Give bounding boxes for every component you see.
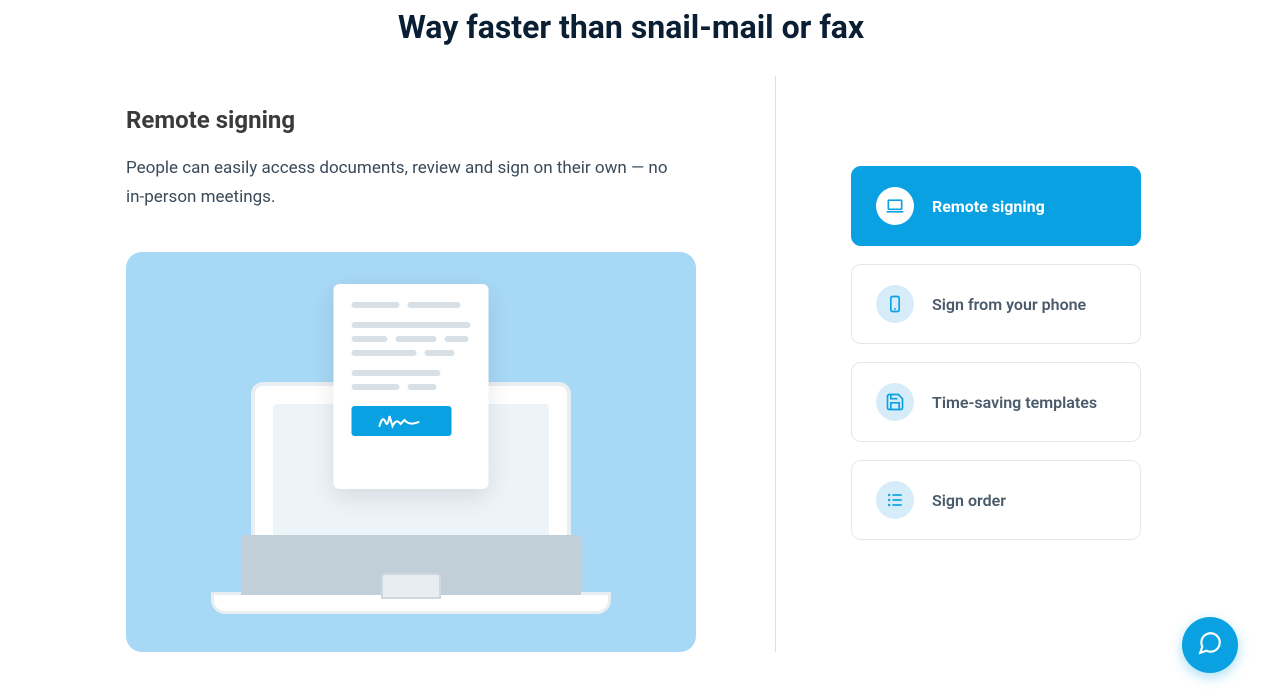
- save-icon: [876, 383, 914, 421]
- option-sign-phone[interactable]: Sign from your phone: [851, 264, 1141, 344]
- page-title: Way faster than snail-mail or fax: [0, 0, 1262, 66]
- option-label: Sign order: [932, 491, 1006, 510]
- feature-title: Remote signing: [126, 106, 715, 134]
- signature-graphic: [352, 406, 452, 436]
- chat-icon: [1197, 630, 1223, 660]
- option-label: Remote signing: [932, 197, 1045, 216]
- phone-icon: [876, 285, 914, 323]
- laptop-icon: [876, 187, 914, 225]
- option-label: Sign from your phone: [932, 295, 1086, 314]
- feature-illustration: [126, 252, 696, 652]
- content-wrapper: Remote signing People can easily access …: [106, 106, 1156, 652]
- document-graphic: [334, 284, 489, 489]
- list-icon: [876, 481, 914, 519]
- feature-description: People can easily access documents, revi…: [126, 154, 686, 212]
- chat-button[interactable]: [1182, 617, 1238, 673]
- options-column: Remote signing Sign from your phone Tim: [776, 106, 1136, 652]
- option-remote-signing[interactable]: Remote signing: [851, 166, 1141, 246]
- feature-detail-column: Remote signing People can easily access …: [126, 106, 775, 652]
- option-templates[interactable]: Time-saving templates: [851, 362, 1141, 442]
- option-sign-order[interactable]: Sign order: [851, 460, 1141, 540]
- option-label: Time-saving templates: [932, 393, 1097, 412]
